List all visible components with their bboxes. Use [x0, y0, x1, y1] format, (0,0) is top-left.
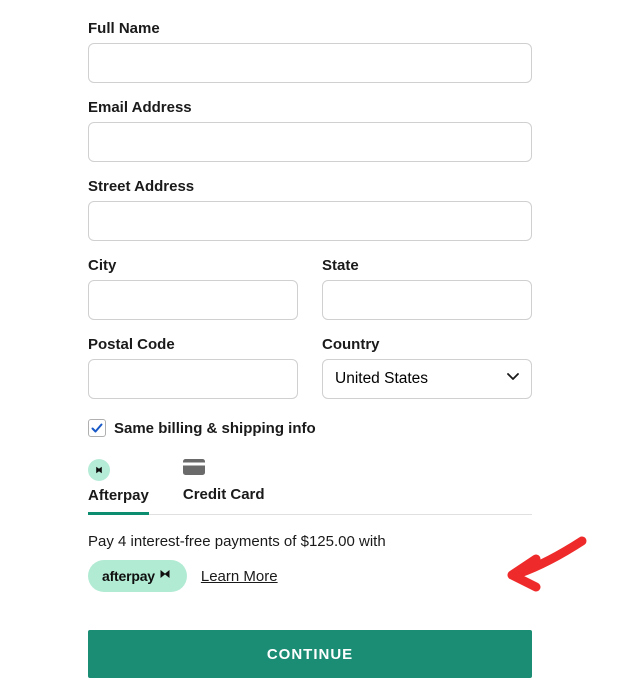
- same-billing-label: Same billing & shipping info: [114, 420, 316, 437]
- afterpay-icon: [88, 459, 110, 481]
- same-billing-checkbox[interactable]: [88, 419, 106, 437]
- tab-afterpay-label: Afterpay: [88, 487, 149, 504]
- payment-tabs: Afterpay Credit Card: [88, 459, 532, 515]
- state-input[interactable]: [322, 280, 532, 320]
- afterpay-badge-text: afterpay: [102, 568, 155, 584]
- continue-button[interactable]: CONTINUE: [88, 630, 532, 678]
- tab-credit-card[interactable]: Credit Card: [183, 459, 265, 514]
- state-label: State: [322, 257, 532, 274]
- postal-label: Postal Code: [88, 336, 298, 353]
- afterpay-logo-icon: [157, 567, 173, 585]
- email-input[interactable]: [88, 122, 532, 162]
- full-name-label: Full Name: [88, 20, 532, 37]
- full-name-input[interactable]: [88, 43, 532, 83]
- postal-input[interactable]: [88, 359, 298, 399]
- afterpay-message: Pay 4 interest-free payments of $125.00 …: [88, 533, 532, 550]
- afterpay-badge: afterpay: [88, 560, 187, 592]
- country-select[interactable]: United States: [322, 359, 532, 399]
- city-label: City: [88, 257, 298, 274]
- tab-credit-card-label: Credit Card: [183, 486, 265, 503]
- country-label: Country: [322, 336, 532, 353]
- credit-card-icon: [183, 459, 205, 480]
- street-input[interactable]: [88, 201, 532, 241]
- tab-afterpay[interactable]: Afterpay: [88, 459, 149, 514]
- city-input[interactable]: [88, 280, 298, 320]
- email-label: Email Address: [88, 99, 532, 116]
- learn-more-link[interactable]: Learn More: [201, 568, 278, 585]
- street-label: Street Address: [88, 178, 532, 195]
